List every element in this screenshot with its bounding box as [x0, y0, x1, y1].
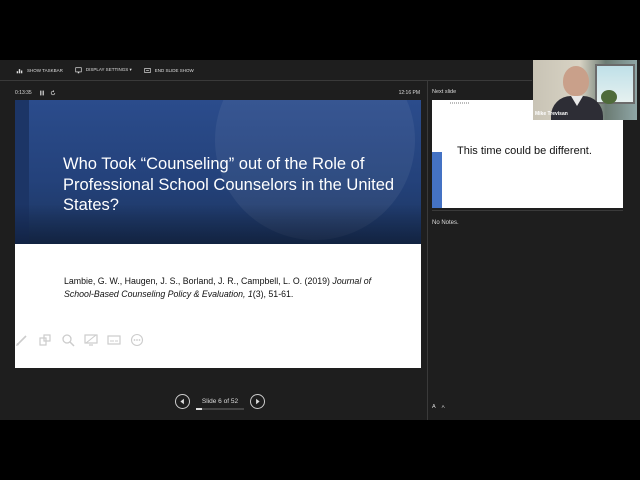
- status-bar: 0:13:35 12:16 PM: [15, 89, 421, 97]
- slide-progress-fill: [196, 407, 202, 410]
- next-slide-dots: [450, 102, 470, 104]
- slide-title-area: Who Took “Counseling” out of the Role of…: [15, 100, 421, 244]
- arrow-right-icon: [256, 398, 260, 404]
- slide-title: Who Took “Counseling” out of the Role of…: [63, 155, 395, 214]
- end-show-icon: [144, 67, 151, 73]
- pane-divider[interactable]: [427, 80, 428, 420]
- display-settings-button[interactable]: DISPLAY SETTINGS ▾: [75, 66, 132, 74]
- citation-rest: (3), 51-61.: [252, 288, 294, 299]
- taskbar-icon: [16, 68, 23, 73]
- decrease-font-button[interactable]: A: [442, 404, 445, 410]
- next-slide-text: This time could be different.: [457, 145, 592, 157]
- next-slide-button[interactable]: [250, 393, 265, 409]
- more-icon[interactable]: [130, 333, 144, 347]
- clock: 12:16 PM: [398, 90, 420, 96]
- previous-slide-button[interactable]: [175, 393, 190, 409]
- display-settings-icon: [75, 66, 82, 73]
- webcam-person-head: [563, 66, 589, 96]
- display-settings-label: DISPLAY SETTINGS ▾: [85, 67, 132, 72]
- current-slide[interactable]: Who Took “Counseling” out of the Role of…: [15, 100, 421, 368]
- slide-counter[interactable]: Slide 6 of 52: [190, 397, 250, 410]
- notes-divider: [432, 210, 623, 211]
- webcam-participant-name: Mike Trevisan: [535, 111, 568, 117]
- pause-icon[interactable]: [39, 90, 45, 96]
- subtitles-icon[interactable]: [107, 333, 121, 347]
- increase-font-button[interactable]: A: [432, 404, 436, 410]
- elapsed-timer: 0:13:35: [15, 90, 32, 96]
- end-slide-show-button[interactable]: END SLIDE SHOW: [144, 67, 194, 74]
- citation-authors: Lambie, G. W., Haugen, J. S., Borland, J…: [64, 276, 333, 286]
- slide-navigation: Slide 6 of 52: [175, 392, 265, 410]
- notes-font-controls: A A: [432, 404, 445, 410]
- slide-counter-text: Slide 6 of 52: [201, 397, 239, 405]
- pen-icon[interactable]: [15, 333, 29, 347]
- zoom-icon[interactable]: [61, 333, 75, 347]
- restart-timer-icon[interactable]: [50, 90, 56, 96]
- slide-tools: [15, 332, 144, 348]
- show-taskbar-button[interactable]: SHOW TASKBAR: [16, 67, 63, 74]
- speaker-notes: No Notes.: [432, 220, 459, 226]
- slide-progress-bar: [196, 407, 244, 410]
- end-slide-show-label: END SLIDE SHOW: [154, 67, 194, 73]
- slides-grid-icon[interactable]: [38, 333, 52, 347]
- show-taskbar-label: SHOW TASKBAR: [27, 67, 63, 73]
- webcam-overlay: Mike Trevisan: [533, 60, 637, 120]
- webcam-plant: [601, 90, 617, 104]
- slide-citation: Lambie, G. W., Haugen, J. S., Borland, J…: [64, 275, 394, 300]
- arrow-left-icon: [180, 398, 184, 404]
- next-slide-accent-bar: [432, 152, 442, 208]
- black-screen-icon[interactable]: [84, 333, 98, 347]
- next-slide-label: Next slide: [432, 89, 457, 95]
